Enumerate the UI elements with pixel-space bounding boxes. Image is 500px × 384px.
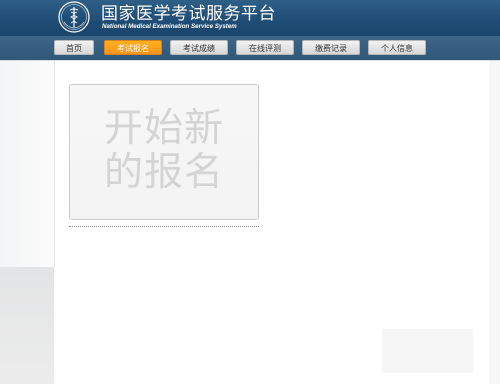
nav-exam-scores[interactable]: 考试成绩 [170, 40, 228, 55]
nav-personal-info[interactable]: 个人信息 [368, 40, 426, 55]
left-sidebar-panel [0, 61, 55, 267]
left-sidebar-footer [0, 267, 54, 384]
card-line-1: 开始新 [103, 106, 224, 151]
site-subtitle: National Medical Examination Service Sys… [102, 23, 237, 30]
nav-payment-records[interactable]: 缴费记录 [302, 40, 360, 55]
nav-home[interactable]: 首页 [54, 40, 94, 55]
medical-caduceus-emblem-icon [58, 1, 90, 33]
faint-panel [382, 329, 473, 373]
nav-online-assessment[interactable]: 在线评测 [236, 40, 294, 55]
start-new-registration-button[interactable]: 开始新 的报名 [69, 84, 259, 220]
card-divider [69, 226, 259, 227]
right-margin [489, 61, 500, 384]
main-nav: 首页 考试报名 考试成绩 在线评测 缴费记录 个人信息 [0, 36, 500, 61]
card-line-2: 的报名 [103, 150, 224, 195]
site-header: 国家医学考试服务平台 National Medical Examination … [0, 0, 500, 36]
nav-exam-registration[interactable]: 考试报名 [104, 40, 162, 55]
start-new-registration-label: 开始新 的报名 [70, 107, 258, 195]
site-title: 国家医学考试服务平台 [101, 4, 276, 24]
page: 国家医学考试服务平台 National Medical Examination … [0, 0, 500, 384]
